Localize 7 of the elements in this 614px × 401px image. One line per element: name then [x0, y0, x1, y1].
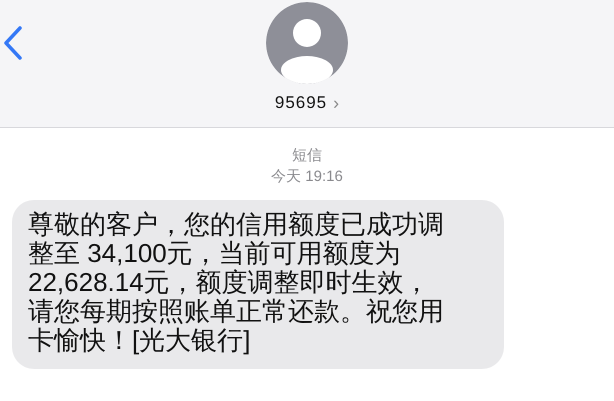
chevron-icon: › [333, 94, 340, 112]
contact-name[interactable]: 95695 [274, 90, 328, 116]
service-label: 短信 [292, 146, 322, 166]
timestamp: 今天 19:16 [271, 167, 343, 187]
avatar-icon[interactable] [266, 2, 348, 84]
message-text: 尊敬的客户，您的信用额度已成功调 整至 34,100元，当前可用额度为 22,628.14元，额度调整即时生效， 请您每期按照账单正常还款。祝您用 卡愉快！[光大银行] [28, 210, 445, 355]
back-icon[interactable] [3, 26, 23, 60]
